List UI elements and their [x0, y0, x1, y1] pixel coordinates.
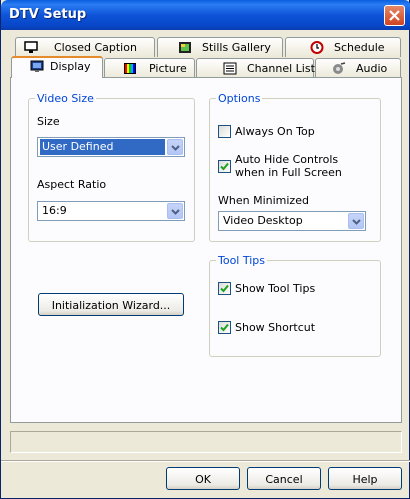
when-minimized-label: When Minimized	[218, 194, 309, 207]
tab-label: Picture	[149, 62, 187, 75]
size-value: User Defined	[40, 139, 165, 155]
schedule-icon	[310, 41, 324, 54]
auto-hide-controls-checkbox[interactable]: Auto Hide Controls when in Full Screen	[218, 153, 368, 179]
always-on-top-label: Always On Top	[235, 125, 315, 138]
when-minimized-dropdown-button[interactable]	[348, 213, 364, 229]
tab-display[interactable]: Display	[11, 56, 103, 78]
checkbox-box[interactable]	[218, 125, 231, 138]
picture-icon	[124, 63, 136, 74]
checkmark-icon	[220, 284, 229, 293]
initialization-wizard-button[interactable]: Initialization Wizard...	[38, 293, 184, 316]
display-tab-panel: Video Size Size User Defined Aspect Rati…	[10, 77, 402, 423]
show-tool-tips-checkbox[interactable]: Show Tool Tips	[218, 282, 368, 296]
title-bar[interactable]: DTV Setup	[1, 0, 410, 30]
aspect-ratio-label: Aspect Ratio	[37, 178, 107, 191]
show-shortcut-checkbox[interactable]: Show Shortcut	[218, 321, 368, 335]
checkbox-box[interactable]	[218, 321, 231, 334]
video-size-legend: Video Size	[37, 92, 94, 105]
tab-label: Closed Caption	[54, 41, 137, 54]
checkbox-box[interactable]	[218, 160, 231, 173]
dtv-setup-dialog: DTV Setup Closed Caption Stills Gallery …	[0, 0, 410, 499]
chevron-down-icon	[352, 219, 361, 225]
auto-hide-line1: Auto Hide Controls	[235, 153, 339, 166]
aspect-ratio-select[interactable]: 16:9	[37, 201, 185, 221]
size-dropdown-button[interactable]	[167, 139, 183, 155]
tab-audio[interactable]: Audio	[315, 58, 401, 78]
stills-gallery-icon	[179, 42, 191, 53]
checkmark-icon	[220, 323, 229, 332]
tab-picture[interactable]: Picture	[104, 58, 195, 78]
tab-channel-list[interactable]: Channel List	[196, 58, 315, 78]
ok-button[interactable]: OK	[166, 467, 240, 490]
tool-tips-legend: Tool Tips	[218, 254, 266, 267]
divider	[1, 460, 410, 462]
chevron-down-icon	[171, 209, 180, 215]
show-tool-tips-label: Show Tool Tips	[235, 282, 316, 295]
audio-icon	[333, 62, 346, 74]
status-bar	[10, 431, 402, 453]
display-icon	[30, 60, 44, 72]
chevron-down-icon	[171, 145, 180, 151]
closed-caption-icon	[24, 41, 38, 53]
close-button[interactable]	[384, 5, 405, 26]
show-shortcut-label: Show Shortcut	[235, 321, 316, 334]
checkmark-icon	[220, 162, 229, 171]
tab-label: Schedule	[334, 41, 385, 54]
options-legend: Options	[218, 92, 261, 105]
window-title: DTV Setup	[9, 7, 87, 22]
aspect-ratio-value: 16:9	[42, 204, 67, 217]
tab-label: Stills Gallery	[202, 41, 271, 54]
tab-label: Channel List	[247, 62, 315, 75]
size-label: Size	[37, 115, 60, 128]
tab-label: Display	[50, 60, 91, 73]
channel-list-icon	[223, 62, 237, 75]
tool-tips-group: Tool Tips	[209, 254, 381, 357]
tab-stills-gallery[interactable]: Stills Gallery	[157, 37, 283, 57]
close-icon	[389, 10, 400, 21]
auto-hide-line2: when in Full Screen	[235, 166, 342, 179]
checkbox-box[interactable]	[218, 282, 231, 295]
when-minimized-select[interactable]: Video Desktop	[218, 211, 366, 231]
when-minimized-value: Video Desktop	[223, 214, 303, 227]
aspect-ratio-dropdown-button[interactable]	[167, 203, 183, 219]
cancel-button[interactable]: Cancel	[247, 467, 321, 490]
tab-label: Audio	[356, 62, 388, 75]
always-on-top-checkbox[interactable]: Always On Top	[218, 125, 368, 139]
help-button[interactable]: Help	[328, 467, 402, 490]
tab-schedule[interactable]: Schedule	[285, 37, 401, 57]
tab-closed-caption[interactable]: Closed Caption	[15, 37, 155, 57]
size-select[interactable]: User Defined	[37, 137, 185, 157]
